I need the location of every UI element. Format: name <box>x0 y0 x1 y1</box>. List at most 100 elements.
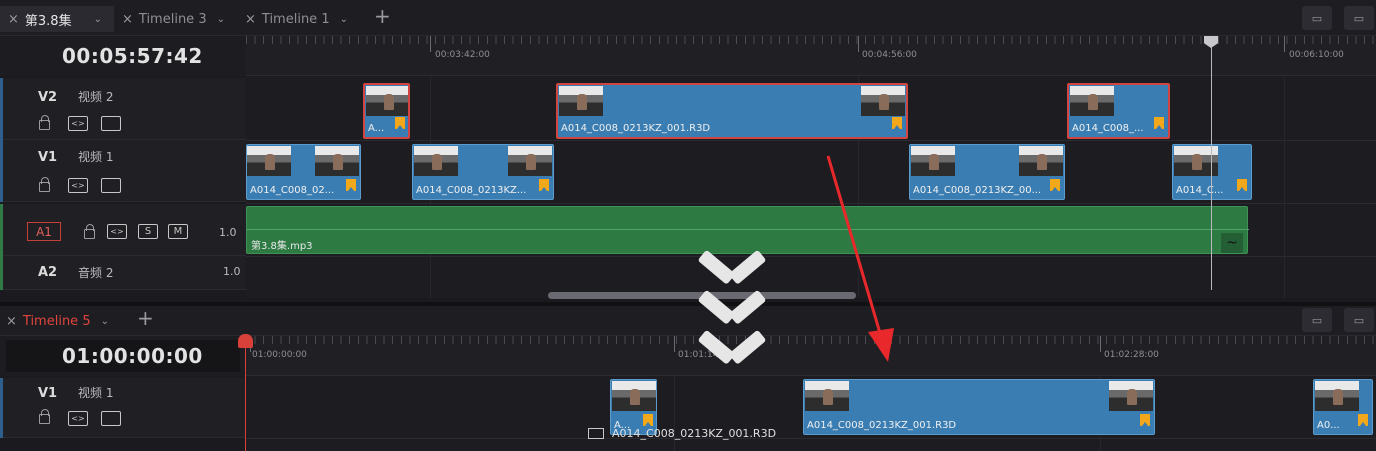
timeline-clip[interactable]: A014_C008_02... <box>246 144 361 200</box>
chevron-down-icon[interactable]: ⌄ <box>94 14 102 25</box>
disable-video-icon[interactable] <box>101 116 121 131</box>
arrow-annotation-icon <box>826 155 894 362</box>
bottom-timecode[interactable]: 01:00:00:00 <box>62 344 203 368</box>
timeline-clip[interactable]: A014_C008_0213KZ_00... <box>909 144 1065 200</box>
flag-icon <box>892 117 902 129</box>
bottom-ruler[interactable]: 01:00:00:00 01:01:14:00 01:02:28:00 <box>246 336 1376 376</box>
chevron-down-icon[interactable]: ⌄ <box>101 316 109 327</box>
clip-thumbnail <box>612 381 656 411</box>
tab-timeline-5[interactable]: × Timeline 5 ⌄ <box>0 308 109 334</box>
new-timeline-icon[interactable]: ▭ <box>1344 308 1374 332</box>
track-header-v1-bottom: V1 视频 1 <> <box>0 378 246 438</box>
track-name-a1[interactable]: A1 <box>27 222 61 241</box>
tab-close-icon[interactable]: × <box>8 12 19 27</box>
close-timeline-icon[interactable]: ▭ <box>1302 308 1332 332</box>
timeline-clip[interactable]: A014_C008_... <box>1067 83 1170 139</box>
new-timeline-icon[interactable]: ▭ <box>1344 6 1374 30</box>
tab-label: Timeline 3 <box>138 11 207 27</box>
track-name: A2 <box>38 265 58 280</box>
lock-icon[interactable] <box>39 177 50 192</box>
close-timeline-icon[interactable]: ▭ <box>1302 6 1332 30</box>
auto-select-icon[interactable]: <> <box>107 224 127 239</box>
fade-curve-icon[interactable]: ~ <box>1221 233 1243 253</box>
clip-thumbnail <box>315 146 359 176</box>
timeline-clip[interactable]: A014_C008_0213KZ_001.R3D <box>803 379 1155 435</box>
tab-close-icon[interactable]: × <box>6 314 17 329</box>
clip-thumbnail <box>861 86 905 116</box>
ruler-major-tick <box>858 36 859 52</box>
timeline-clip[interactable]: A014_C008_0213KZ_001.R3D <box>556 83 908 139</box>
chevron-down-icon <box>702 244 762 284</box>
clip-label: A014_C008_0213KZ_001.R3D <box>561 123 711 134</box>
clip-label: A... <box>368 123 385 134</box>
chevron-down-icon <box>702 284 762 324</box>
clip-thumbnail <box>508 146 552 176</box>
auto-select-icon[interactable]: <> <box>68 411 88 426</box>
track-volume: 1.0 <box>223 265 241 278</box>
clip-label: A014_C008_0213KZ... <box>416 185 527 196</box>
flag-icon <box>539 179 549 191</box>
track-header-v1: V1 视频 1 <> <box>0 140 246 202</box>
track-label[interactable]: 音频 2 <box>78 264 113 281</box>
ruler-label: 01:00:00:00 <box>252 350 307 360</box>
flag-icon <box>346 179 356 191</box>
top-tab-bar: × 第3.8集 ⌄ × Timeline 3 ⌄ × Timeline 1 ⌄ … <box>0 0 1376 36</box>
clip-thumbnail <box>1070 86 1114 116</box>
bottom-timecode-panel: 01:00:00:00 <box>0 336 246 376</box>
ruler-major-tick <box>430 36 431 52</box>
drag-clip-icon <box>588 428 604 439</box>
add-tab-icon[interactable]: + <box>137 306 154 330</box>
clip-thumbnail <box>805 381 849 411</box>
track-color-bar <box>0 140 3 202</box>
track-label[interactable]: 视频 2 <box>78 88 113 105</box>
timeline-clip[interactable]: A0... <box>1313 379 1373 435</box>
mute-button[interactable]: M <box>168 224 188 239</box>
chevron-down-icon[interactable]: ⌄ <box>217 14 225 25</box>
audio-clip-label: 第3.8集.mp3 <box>251 241 313 252</box>
track-label[interactable]: 视频 1 <box>78 148 113 165</box>
playhead[interactable] <box>245 346 246 451</box>
clip-thumbnail <box>559 86 603 116</box>
timeline-clip[interactable]: A014_C... <box>1172 144 1252 200</box>
disable-video-icon[interactable] <box>101 178 121 193</box>
bottom-tab-bar: × Timeline 5 ⌄ + ▭ ▭ <box>0 306 1376 336</box>
lock-icon[interactable] <box>39 115 50 130</box>
ruler-major-tick <box>674 336 675 352</box>
ruler-major-tick <box>1284 36 1285 52</box>
solo-button[interactable]: S <box>138 224 158 239</box>
add-tab-icon[interactable]: + <box>374 4 391 28</box>
track-divider <box>246 140 1376 141</box>
tab-timeline-1[interactable]: × Timeline 1 ⌄ <box>245 6 348 32</box>
ruler-label: 00:03:42:00 <box>435 50 490 60</box>
playhead[interactable] <box>1211 46 1212 290</box>
timeline-clip[interactable]: A014_C008_0213KZ... <box>412 144 554 200</box>
flag-icon <box>1358 414 1368 426</box>
auto-select-icon[interactable]: <> <box>68 178 88 193</box>
auto-select-icon[interactable]: <> <box>68 116 88 131</box>
tab-close-icon[interactable]: × <box>245 12 256 27</box>
track-header-a2: A2 音频 2 1.0 <box>0 256 246 290</box>
chevron-down-icon[interactable]: ⌄ <box>340 14 348 25</box>
track-name: V2 <box>38 90 58 105</box>
top-ruler[interactable]: 00:03:42:00 00:04:56:00 00:06:10:00 <box>246 36 1376 76</box>
track-label[interactable]: 视频 1 <box>78 384 113 401</box>
arrow-head <box>868 328 894 362</box>
timeline-clip[interactable]: A... <box>363 83 410 139</box>
flag-icon <box>643 414 653 426</box>
lock-icon[interactable] <box>84 224 95 239</box>
disable-video-icon[interactable] <box>101 411 121 426</box>
lock-icon[interactable] <box>39 409 50 424</box>
clip-label: A014_C008_02... <box>250 185 335 196</box>
clip-label: A014_C008_0213KZ_00... <box>913 185 1042 196</box>
track-volume: 1.0 <box>219 226 237 239</box>
track-divider <box>246 438 1376 439</box>
track-divider <box>246 203 1376 204</box>
tab-timeline-3[interactable]: × Timeline 3 ⌄ <box>122 6 225 32</box>
tab-close-icon[interactable]: × <box>122 12 133 27</box>
tab-label: Timeline 5 <box>22 313 91 329</box>
clip-thumbnail <box>911 146 955 176</box>
clip-thumbnail <box>1019 146 1063 176</box>
tab-episode[interactable]: × 第3.8集 ⌄ <box>0 6 114 32</box>
flag-icon <box>395 117 405 129</box>
top-timecode[interactable]: 00:05:57:42 <box>62 44 203 68</box>
